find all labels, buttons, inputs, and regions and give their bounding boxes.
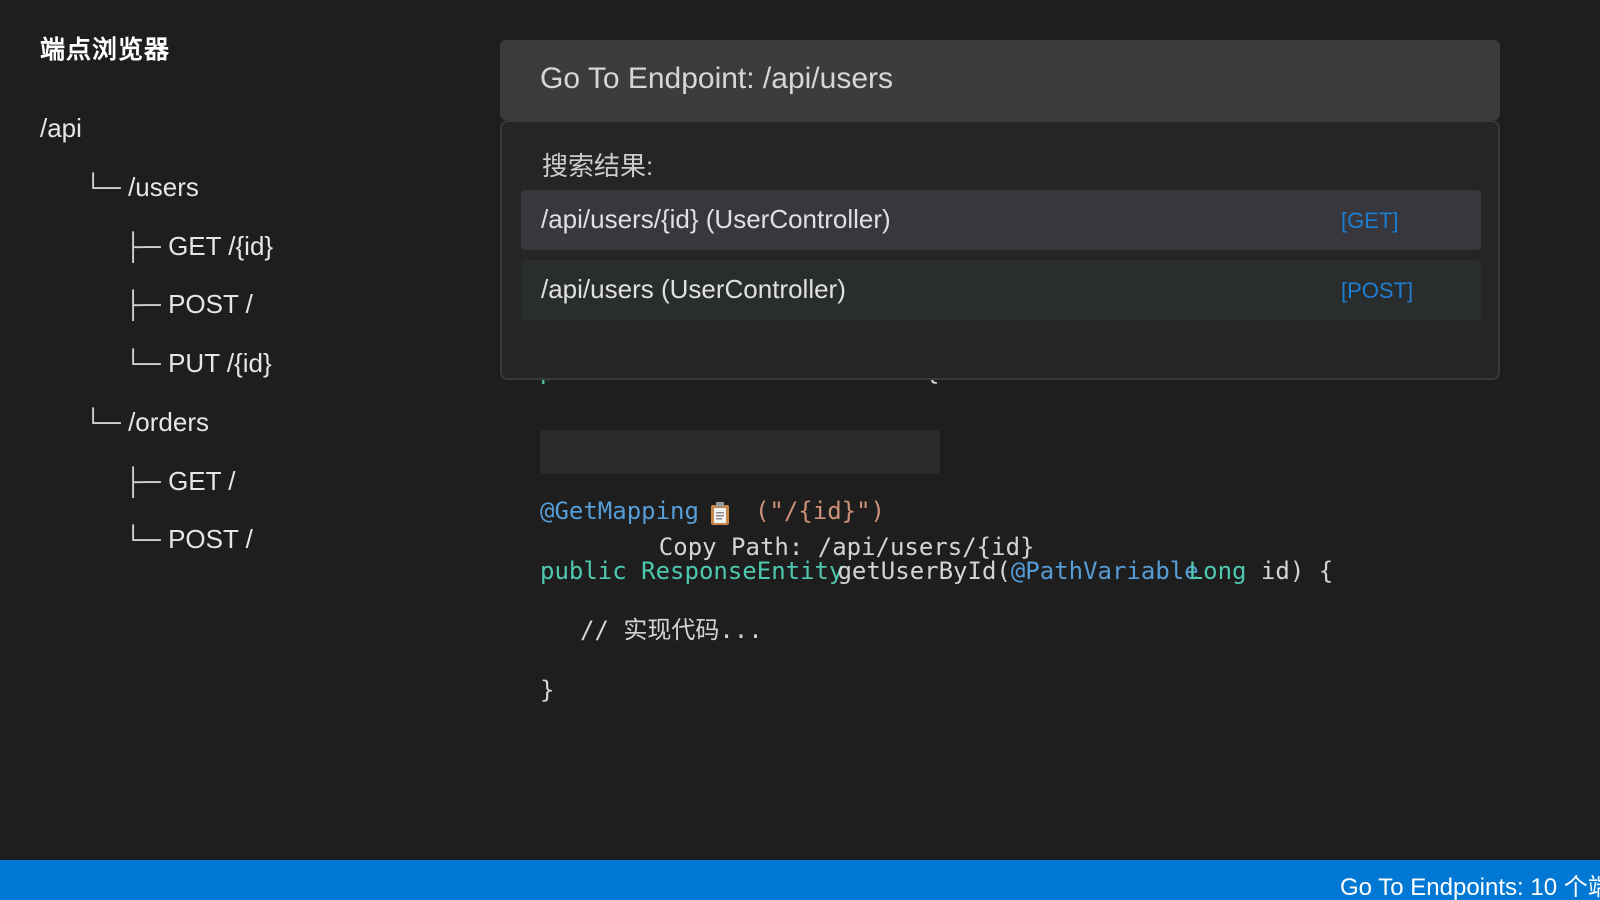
clipboard-icon	[623, 470, 729, 525]
tree-branch: └─	[84, 172, 129, 202]
tree-item-label: POST /	[168, 524, 253, 554]
tree-item-label: /orders	[128, 407, 209, 437]
tree-item-users[interactable]: └─ /users	[84, 171, 199, 203]
result-item-label: /api/users/{id} (UserController)	[541, 204, 891, 234]
code-line-comment: // 实现代码...	[580, 616, 763, 644]
http-method-badge: [GET]	[1341, 208, 1399, 233]
param-type-token: Long	[1188, 557, 1247, 585]
tree-branch: ├─	[124, 289, 169, 319]
sidebar-title: 端点浏览器	[40, 35, 171, 64]
status-bar: Go To Endpoints: 10 个端点	[0, 860, 1600, 900]
tree-item-users-put-id[interactable]: └─ PUT /{id}	[124, 347, 272, 379]
tree-item-label: GET /	[168, 466, 236, 496]
tree-item-orders[interactable]: └─ /orders	[84, 406, 209, 438]
code-line-annotation: @GetMapping ("/{id}")	[540, 495, 885, 527]
annotation-arg-token: ("/{id}")	[754, 497, 885, 525]
tree-item-users-post[interactable]: ├─ POST /	[124, 288, 253, 320]
app-window: 端点浏览器 /api └─ /users ├─ GET /{id} ├─ POS…	[0, 0, 1600, 900]
tree-branch: ├─	[124, 466, 169, 496]
status-endpoint-count[interactable]: Go To Endpoints: 10 个端点	[1340, 867, 1600, 900]
method-name-token: getUserById(	[837, 557, 1011, 585]
goto-endpoint-input[interactable]: Go To Endpoint: /api/users	[500, 40, 1500, 120]
tree-item-label: POST /	[168, 289, 253, 319]
return-type-token: ResponseEntity	[641, 557, 844, 585]
result-item-get-user-by-id[interactable]: /api/users/{id} (UserController) [GET]	[521, 190, 1481, 250]
tree-branch: └─	[124, 524, 169, 554]
http-method-badge: [POST]	[1341, 278, 1414, 303]
tree-item-orders-post[interactable]: └─ POST /	[124, 523, 253, 555]
code-line-signature: public ResponseEntitygetUserById(@PathVa…	[540, 555, 1333, 587]
tree-branch: └─	[124, 348, 169, 378]
tree-item-api[interactable]: /api	[40, 112, 82, 144]
result-item-create-user[interactable]: /api/users (UserController) [POST]	[521, 260, 1481, 320]
annotation-token: @GetMapping	[540, 497, 699, 525]
tree-item-label: /users	[128, 172, 199, 202]
public-keyword: public	[540, 557, 627, 585]
search-results-panel: 搜索结果: /api/users/{id} (UserController) […	[500, 120, 1500, 380]
code-line-close-brace: }	[540, 676, 555, 704]
tree-branch: ├─	[124, 231, 169, 261]
tree-item-users-get-id[interactable]: ├─ GET /{id}	[124, 230, 273, 262]
search-results-label: 搜索结果:	[542, 151, 654, 181]
param-annotation-token: @PathVariable	[1010, 557, 1199, 585]
tree-branch: └─	[84, 407, 129, 437]
tree-item-orders-get[interactable]: ├─ GET /	[124, 465, 236, 497]
param-rest-token: id) {	[1246, 557, 1334, 585]
tree-item-label: /api	[40, 113, 82, 143]
endpoint-explorer-sidebar: 端点浏览器 /api └─ /users ├─ GET /{id} ├─ POS…	[0, 0, 480, 860]
tree-item-label: PUT /{id}	[168, 348, 272, 378]
goto-endpoint-input-value: Go To Endpoint: /api/users	[540, 62, 893, 95]
tree-item-label: GET /{id}	[168, 231, 274, 261]
result-item-label: /api/users (UserController)	[541, 274, 846, 304]
